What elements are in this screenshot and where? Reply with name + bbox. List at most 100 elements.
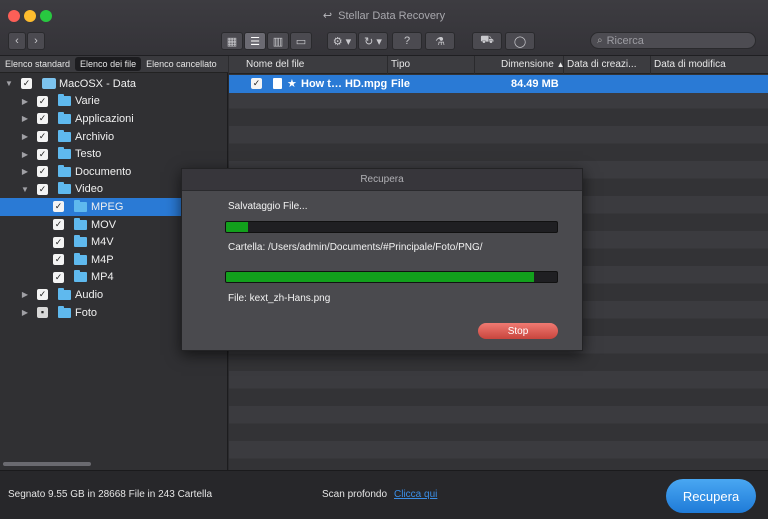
tree-checkbox[interactable]: ✓ <box>37 95 48 107</box>
window-title: ↩ Stellar Data Recovery <box>322 10 446 22</box>
column-separator <box>387 56 388 74</box>
column-header-type[interactable]: Tipo <box>391 59 410 70</box>
tree-checkbox[interactable]: ▪ <box>37 307 48 319</box>
folder-path-label: Cartella: /Users/admin/Documents/#Princi… <box>228 242 483 253</box>
tree-item-label: M4V <box>91 236 114 249</box>
tree-checkbox[interactable]: ✓ <box>53 201 64 213</box>
disclosure-expanded-icon[interactable]: ▼ <box>20 185 30 194</box>
tree-checkbox[interactable]: ✓ <box>37 183 48 195</box>
column-header-size[interactable]: Dimensione ▲ <box>501 59 565 70</box>
folder-icon <box>74 217 87 230</box>
disclosure-collapsed-icon[interactable]: ▶ <box>20 132 30 141</box>
saving-label: Salvataggio File... <box>228 201 308 212</box>
tree-checkbox[interactable]: ✓ <box>37 148 48 160</box>
disclosure-collapsed-icon[interactable]: ▶ <box>20 150 30 159</box>
file-type: File <box>391 78 410 90</box>
tab-elenco-standard[interactable]: Elenco standard <box>0 57 75 71</box>
tree-item-label: Archivio <box>75 130 115 143</box>
tree-item-label: Foto <box>75 306 98 319</box>
grid-view-button[interactable]: ▦ <box>221 32 243 50</box>
tree-item-label: Audio <box>75 288 104 301</box>
disclosure-collapsed-icon[interactable]: ▶ <box>20 114 30 123</box>
tree-checkbox[interactable]: ✓ <box>53 271 64 283</box>
column-view-button[interactable]: ▥ <box>267 32 289 50</box>
recover-button[interactable]: Recupera <box>666 479 756 513</box>
tree-item-label: MP4 <box>91 271 114 284</box>
microscope-icon: ⚗ <box>435 35 445 48</box>
folder-icon <box>58 111 71 124</box>
disclosure-collapsed-icon[interactable]: ▶ <box>20 167 30 176</box>
tree-item-label: Varie <box>75 95 100 108</box>
folder-icon <box>58 287 71 300</box>
column-separator <box>650 56 651 74</box>
search-box[interactable]: ⌕ <box>590 32 756 49</box>
column-separator <box>474 56 475 74</box>
tree-checkbox[interactable]: ✓ <box>37 131 48 143</box>
tree-checkbox[interactable]: ✓ <box>53 219 64 231</box>
column-header-modified[interactable]: Data di modifica <box>654 59 726 70</box>
folder-progress-fill <box>226 222 248 232</box>
history-icon: ↻ ▾ <box>364 35 382 48</box>
tree-item-label: MacOSX - Data <box>59 77 137 90</box>
title-toolbar: ↩ Stellar Data Recovery ‹ › ▦ ☰ ▥ ▭ ⚙ ▾ ↻… <box>0 0 768 56</box>
search-input[interactable] <box>606 34 747 47</box>
chevron-right-icon: › <box>34 35 38 47</box>
search-icon: ⌕ <box>597 35 603 46</box>
settings-button[interactable]: ⚙ ▾ <box>327 32 357 50</box>
scan-button[interactable]: ⚗ <box>425 32 455 50</box>
tree-checkbox[interactable]: ✓ <box>53 254 64 266</box>
return-arrow-icon: ↩ <box>322 10 333 22</box>
horizontal-scrollbar[interactable] <box>3 462 91 466</box>
disclosure-collapsed-icon[interactable]: ▶ <box>20 290 30 299</box>
grid-view-icon: ▦ <box>226 35 238 48</box>
file-size: 84.49 MB <box>511 78 559 90</box>
gear-icon: ⚙ ▾ <box>332 35 352 48</box>
star-icon: ★ <box>287 78 297 90</box>
tree-item-archivio[interactable]: ▶ ✓ Archivio <box>0 128 228 146</box>
disclosure-collapsed-icon[interactable]: ▶ <box>20 308 30 317</box>
list-view-button[interactable]: ☰ <box>244 32 266 50</box>
tree-item-applicazioni[interactable]: ▶ ✓ Applicazioni <box>0 110 228 128</box>
tree-checkbox[interactable]: ✓ <box>37 289 48 301</box>
dialog-title: Recupera <box>182 169 582 191</box>
tree-item-label: MPEG <box>91 200 124 213</box>
stop-button[interactable]: Stop <box>478 323 558 339</box>
tree-item-varie[interactable]: ▶ ✓ Varie <box>0 93 228 111</box>
tab-elenco-file[interactable]: Elenco dei file <box>75 57 142 71</box>
cart-button[interactable]: ⛟ <box>472 32 502 50</box>
column-header-created[interactable]: Data di creazi... <box>567 59 636 70</box>
coverflow-view-button[interactable]: ▭ <box>290 32 312 50</box>
file-list-header: Nome del file Tipo Dimensione ▲ Data di … <box>229 56 768 74</box>
forward-button[interactable]: › <box>27 32 45 50</box>
selection-summary: Segnato 9.55 GB in 28668 File in 243 Car… <box>8 489 213 500</box>
folder-icon <box>74 199 87 212</box>
deep-scan-label: Scan profondo <box>322 489 388 500</box>
tree-item-label: M4P <box>91 253 114 266</box>
help-button[interactable]: ? <box>392 32 422 50</box>
row-checkbox[interactable]: ✓ <box>251 78 262 89</box>
account-button[interactable]: ◯ <box>505 32 535 50</box>
folder-icon <box>74 252 87 265</box>
question-icon: ? <box>403 35 411 47</box>
column-view-icon: ▥ <box>272 35 284 48</box>
disclosure-collapsed-icon[interactable]: ▶ <box>20 97 30 106</box>
deep-scan-link[interactable]: Clicca qui <box>394 489 437 500</box>
column-header-name[interactable]: Nome del file <box>246 59 304 70</box>
tree-checkbox[interactable]: ✓ <box>37 166 48 178</box>
file-name-label: File: kext_zh-Hans.png <box>228 293 331 304</box>
tree-item-testo[interactable]: ▶ ✓ Testo <box>0 145 228 163</box>
disclosure-expanded-icon[interactable]: ▼ <box>4 79 14 88</box>
folder-icon <box>58 164 71 177</box>
history-button[interactable]: ↻ ▾ <box>358 32 388 50</box>
user-icon: ◯ <box>513 35 527 48</box>
tree-checkbox[interactable]: ✓ <box>53 236 64 248</box>
back-button[interactable]: ‹ <box>8 32 26 50</box>
tab-elenco-cancellato[interactable]: Elenco cancellato <box>141 57 222 71</box>
coverflow-view-icon: ▭ <box>295 35 307 48</box>
tree-checkbox[interactable]: ✓ <box>21 78 32 90</box>
table-row[interactable]: ✓ ★ How t… HD.mpg File 84.49 MB <box>229 75 768 93</box>
tree-item-label: Documento <box>75 165 132 178</box>
tree-checkbox[interactable]: ✓ <box>37 113 48 125</box>
folder-icon <box>74 235 87 248</box>
tree-item-macosx-data[interactable]: ▼ ✓ MacOSX - Data <box>0 75 228 93</box>
